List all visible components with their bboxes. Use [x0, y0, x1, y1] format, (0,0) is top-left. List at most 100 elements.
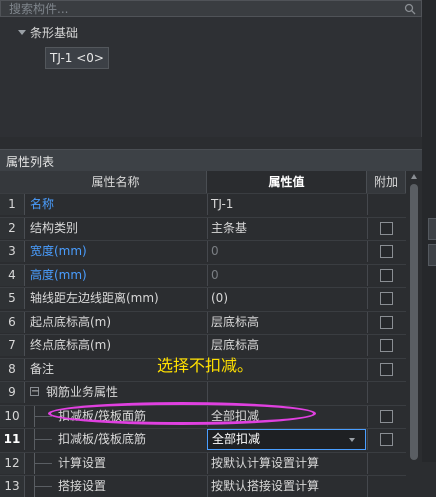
- divider: [0, 137, 422, 149]
- column-divider: [207, 382, 208, 403]
- vertical-scrollbar[interactable]: [406, 171, 422, 462]
- column-divider: [207, 452, 208, 474]
- row-number: 9: [0, 382, 25, 403]
- column-divider: [207, 288, 208, 309]
- property-value[interactable]: (0): [211, 288, 228, 309]
- row-number: 7: [0, 335, 25, 356]
- table-row[interactable]: 1 名称 TJ-1: [0, 193, 406, 215]
- column-divider: [367, 452, 368, 474]
- table-row[interactable]: 11 扣减板/筏板底筋 全部扣减: [0, 428, 406, 450]
- column-divider: [367, 405, 368, 427]
- tree-branch-line: [34, 462, 52, 464]
- collapse-icon[interactable]: −: [30, 387, 39, 397]
- table-row[interactable]: 3 宽度(mm) 0: [0, 240, 406, 262]
- scroll-up-icon[interactable]: [411, 174, 417, 179]
- header-property-value[interactable]: 属性值: [207, 171, 367, 193]
- side-tab[interactable]: [428, 218, 436, 240]
- tree-branch-line: [34, 439, 52, 440]
- column-divider: [367, 476, 368, 497]
- column-divider: [207, 241, 208, 262]
- property-value[interactable]: 按默认计算设置计算: [211, 453, 319, 474]
- property-value[interactable]: 层底标高: [211, 312, 259, 333]
- column-divider: [207, 194, 208, 215]
- property-value[interactable]: 主条基: [211, 218, 247, 239]
- column-divider: [367, 382, 368, 403]
- property-value[interactable]: 0: [211, 241, 219, 262]
- column-divider: [207, 217, 208, 239]
- column-divider: [367, 241, 368, 262]
- add-checkbox[interactable]: [380, 409, 393, 423]
- property-name: 轴线距左边线距离(mm): [30, 291, 159, 305]
- add-checkbox[interactable]: [380, 292, 393, 305]
- property-name: 扣减板/筏板面筋: [58, 408, 147, 423]
- dropdown-value: 全部扣减: [212, 432, 261, 446]
- table-row[interactable]: 10 扣减板/筏板面筋 全部扣减: [0, 404, 406, 427]
- add-checkbox[interactable]: [380, 245, 393, 258]
- grid-header: 属性名称 属性值 附加: [0, 171, 406, 193]
- property-name: 起点底标高(m): [30, 314, 112, 329]
- tree-category-label: 条形基础: [30, 26, 79, 40]
- add-checkbox[interactable]: [380, 339, 393, 352]
- column-divider: [367, 288, 368, 309]
- add-checkbox[interactable]: [380, 362, 393, 376]
- table-row[interactable]: 13 搭接设置 按默认搭接设置计算: [0, 475, 406, 497]
- search-icon[interactable]: [404, 3, 416, 15]
- column-divider: [367, 217, 368, 239]
- header-add[interactable]: 附加: [367, 171, 406, 193]
- property-name: 备注: [30, 361, 55, 376]
- tree-category[interactable]: 条形基础: [18, 24, 78, 41]
- property-value[interactable]: 全部扣减: [211, 406, 259, 427]
- property-name: 终点底标高(m): [30, 338, 112, 352]
- row-number: 10: [0, 405, 25, 427]
- column-divider: [367, 335, 368, 356]
- row-number: 13: [0, 476, 25, 497]
- row-number: 12: [0, 452, 25, 474]
- table-row[interactable]: 6 起点底标高(m) 层底标高: [0, 310, 406, 333]
- property-name: 名称: [30, 197, 55, 211]
- column-divider: [367, 264, 368, 286]
- search-bar[interactable]: 搜索构件...: [0, 0, 422, 17]
- row-number: 3: [0, 241, 25, 262]
- table-row[interactable]: 2 结构类别 主条基: [0, 216, 406, 239]
- property-name: 搭接设置: [58, 479, 107, 493]
- row-number: 1: [0, 194, 25, 215]
- tree-branch-line: [34, 415, 52, 417]
- property-panel-header: 属性列表: [0, 149, 422, 171]
- add-checkbox[interactable]: [380, 221, 393, 235]
- property-name: 高度(mm): [30, 267, 87, 282]
- column-divider: [367, 194, 368, 215]
- property-name: 计算设置: [58, 455, 107, 470]
- column-divider: [207, 476, 208, 497]
- add-checkbox[interactable]: [380, 268, 393, 282]
- row-number: 5: [0, 288, 25, 309]
- property-value[interactable]: TJ-1: [211, 194, 233, 215]
- row-number: 11: [0, 429, 25, 450]
- right-side-panel: [422, 0, 436, 462]
- table-row[interactable]: 4 高度(mm) 0: [0, 263, 406, 286]
- collapse-arrow-icon[interactable]: [18, 30, 26, 35]
- property-value[interactable]: 按默认搭接设置计算: [211, 476, 319, 497]
- scrollbar-thumb[interactable]: [410, 184, 418, 460]
- chevron-down-icon[interactable]: [349, 438, 355, 442]
- tree-item-tj1[interactable]: TJ-1 <0>: [45, 47, 109, 69]
- value-dropdown[interactable]: 全部扣减: [207, 429, 366, 450]
- property-name: 钢筋业务属性: [46, 385, 119, 399]
- search-input[interactable]: 搜索构件...: [9, 2, 68, 16]
- property-name: 扣减板/筏板底筋: [58, 432, 147, 446]
- side-tab[interactable]: [428, 244, 436, 266]
- add-checkbox[interactable]: [380, 433, 393, 446]
- header-property-name[interactable]: 属性名称: [25, 171, 207, 193]
- property-value[interactable]: 0: [211, 265, 219, 286]
- tree-branch-line: [34, 486, 52, 487]
- add-checkbox[interactable]: [380, 315, 393, 329]
- panel-title: 属性列表: [6, 155, 55, 169]
- column-divider: [367, 311, 368, 333]
- row-number: 8: [0, 358, 25, 380]
- row-number: 4: [0, 264, 25, 286]
- table-row[interactable]: 12 计算设置 按默认计算设置计算: [0, 451, 406, 474]
- tutorial-annotation: 选择不扣减。: [157, 356, 254, 375]
- table-row[interactable]: 5 轴线距左边线距离(mm) (0): [0, 287, 406, 309]
- column-divider: [207, 264, 208, 286]
- table-row[interactable]: 9− 钢筋业务属性: [0, 381, 406, 403]
- column-divider: [207, 405, 208, 427]
